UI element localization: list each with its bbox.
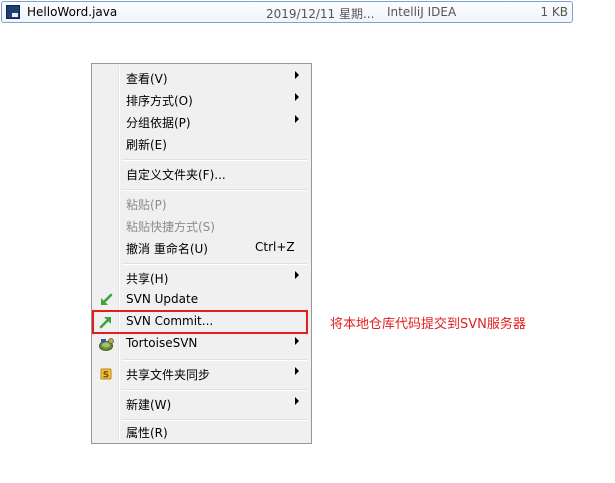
folder-sync-icon: S — [100, 368, 112, 381]
file-type: IntelliJ IDEA — [387, 5, 457, 19]
menu-item-label: 自定义文件夹(F)... — [126, 168, 226, 182]
menu-item-label: 撤消 重命名(U) — [126, 242, 208, 256]
menu-item-label: 粘贴快捷方式(S) — [126, 220, 215, 234]
menu-separator — [122, 359, 307, 361]
highlight-box-svn-commit — [92, 310, 308, 334]
submenu-arrow-icon — [295, 93, 299, 101]
menu-item-label: TortoiseSVN — [126, 336, 198, 350]
menu-item-new[interactable]: 新建(W) — [94, 393, 309, 415]
menu-item-label: 查看(V) — [126, 72, 168, 86]
menu-item-label: 共享文件夹同步 — [126, 368, 211, 382]
submenu-arrow-icon — [295, 271, 299, 279]
context-menu: 查看(V) 排序方式(O) 分组依据(P) 刷新(E) 自定义文件夹(F)...… — [91, 63, 312, 444]
submenu-arrow-icon — [295, 397, 299, 405]
tortoisesvn-icon — [99, 338, 114, 351]
file-row-hellowordjava[interactable]: HelloWord.java 2019/12/11 星期... IntelliJ… — [1, 1, 573, 23]
submenu-arrow-icon — [295, 71, 299, 79]
menu-item-label: 刷新(E) — [126, 138, 167, 152]
menu-item-customize-folder[interactable]: 自定义文件夹(F)... — [94, 163, 309, 185]
menu-item-label: 共享(H) — [126, 272, 169, 286]
java-file-icon — [6, 5, 20, 19]
menu-item-properties[interactable]: 属性(R) — [94, 421, 309, 443]
submenu-arrow-icon — [295, 367, 299, 375]
menu-item-shortcut: Ctrl+Z — [255, 240, 295, 254]
file-name: HelloWord.java — [27, 5, 118, 19]
menu-item-paste-shortcut[interactable]: 粘贴快捷方式(S) — [94, 215, 309, 237]
menu-item-view[interactable]: 查看(V) — [94, 67, 309, 89]
menu-item-refresh[interactable]: 刷新(E) — [94, 133, 309, 155]
menu-item-label: 粘贴(P) — [126, 198, 167, 212]
file-size: 1 KB — [540, 5, 568, 19]
file-date: 2019/12/11 星期... — [266, 7, 375, 21]
menu-item-label: 新建(W) — [126, 398, 172, 412]
submenu-arrow-icon — [295, 337, 299, 345]
menu-separator — [122, 159, 307, 161]
menu-separator — [122, 263, 307, 265]
menu-item-label: SVN Update — [126, 292, 199, 306]
menu-item-label: 排序方式(O) — [126, 94, 193, 108]
menu-item-undo-rename[interactable]: 撤消 重命名(U) Ctrl+Z — [94, 237, 309, 259]
annotation-text: 将本地仓库代码提交到SVN服务器 — [330, 317, 526, 332]
menu-separator — [122, 189, 307, 191]
svg-text:S: S — [103, 371, 109, 381]
menu-item-tortoisesvn[interactable]: TortoiseSVN — [94, 333, 309, 355]
menu-item-share[interactable]: 共享(H) — [94, 267, 309, 289]
menu-item-sort-by[interactable]: 排序方式(O) — [94, 89, 309, 111]
svn-update-icon — [101, 293, 113, 305]
menu-separator — [122, 389, 307, 391]
menu-item-svn-update[interactable]: SVN Update — [94, 289, 309, 311]
menu-item-paste[interactable]: 粘贴(P) — [94, 193, 309, 215]
menu-item-label: 属性(R) — [126, 426, 168, 440]
submenu-arrow-icon — [295, 115, 299, 123]
menu-item-group-by[interactable]: 分组依据(P) — [94, 111, 309, 133]
menu-item-label: 分组依据(P) — [126, 116, 191, 130]
menu-item-folder-sync[interactable]: S 共享文件夹同步 — [94, 363, 309, 385]
